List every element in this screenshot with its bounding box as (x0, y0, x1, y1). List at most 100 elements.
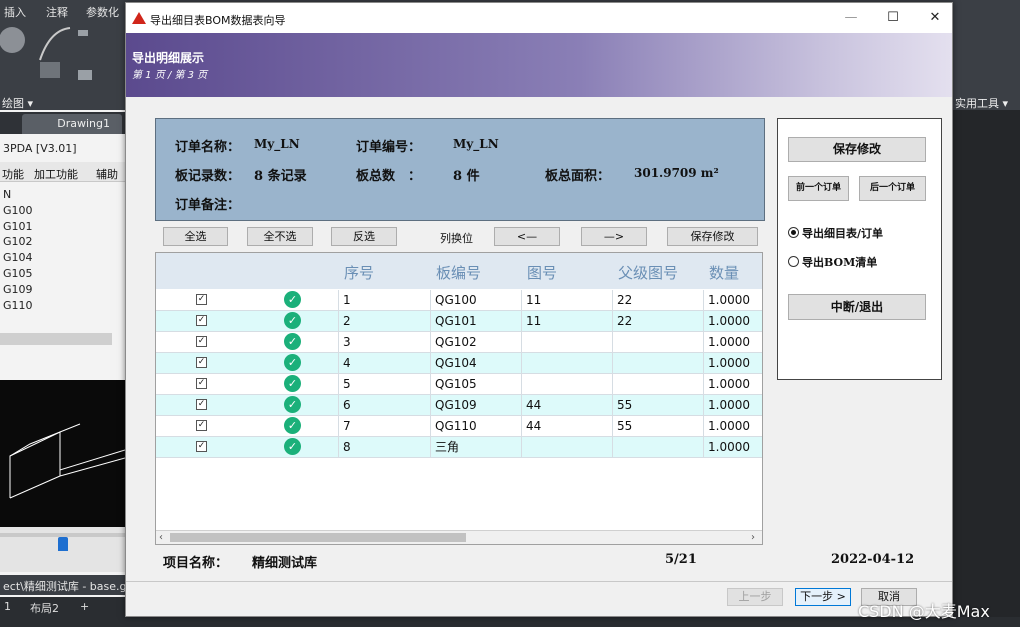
func-tab-1[interactable]: 功能 (2, 166, 24, 182)
next-order-button[interactable]: 后一个订单 (859, 176, 926, 201)
row-checkbox[interactable]: ✓ (196, 336, 207, 347)
row-checkbox[interactable]: ✓ (196, 378, 207, 389)
table-row[interactable]: ✓ ✓ 5 QG105 1.0000 (156, 374, 762, 395)
table-row[interactable]: ✓ ✓ 7 QG110 44 55 1.0000 (156, 416, 762, 437)
dialog-title: 导出细目表BOM数据表向导 (150, 14, 286, 27)
back-button[interactable]: 上一步 (727, 588, 783, 606)
list-item[interactable]: G100 (3, 203, 33, 219)
column-swap-label: 列换位 (440, 232, 473, 245)
list-item[interactable]: G105 (3, 266, 33, 282)
invert-selection-button[interactable]: 反选 (331, 227, 397, 246)
abort-exit-button[interactable]: 中断/退出 (788, 294, 926, 320)
cell-code: QG105 (430, 374, 521, 394)
cell-code: QG110 (430, 416, 521, 436)
menu-annotate[interactable]: 注释 (46, 4, 68, 20)
list-scrollbar[interactable] (0, 333, 112, 345)
scroll-right-icon[interactable]: › (751, 531, 755, 544)
table-row[interactable]: ✓ ✓ 1 QG100 11 22 1.0000 (156, 290, 762, 311)
3d-model-icon (9, 423, 126, 499)
cell-qty: 1.0000 (703, 395, 762, 415)
maximize-icon[interactable]: ☐ (870, 3, 916, 33)
close-icon[interactable]: ✕ (912, 3, 958, 33)
cell-no: 4 (338, 353, 430, 373)
status-ok-icon: ✓ (284, 438, 301, 455)
cell-drawing: 44 (521, 416, 612, 436)
prev-order-button[interactable]: 前一个订单 (788, 176, 849, 201)
layout-tab-1[interactable]: 1 (4, 600, 11, 613)
radio-unselected-icon[interactable] (788, 256, 799, 267)
grid-horizontal-scrollbar[interactable]: ‹ › (156, 530, 762, 544)
csdn-watermark: CSDN @大麦Max (858, 602, 990, 621)
export-bom-radio[interactable]: 导出BOM清单 (788, 254, 877, 270)
minimize-icon[interactable]: — (828, 3, 874, 33)
next-button[interactable]: 下一步 > (795, 588, 851, 606)
cad-3d-viewport[interactable] (0, 380, 126, 527)
wizard-step-title: 导出明细展示 (132, 51, 205, 65)
row-checkbox[interactable]: ✓ (196, 399, 207, 410)
side-save-button[interactable]: 保存修改 (788, 137, 926, 162)
list-item[interactable]: G109 (3, 282, 33, 298)
draw-panel-label[interactable]: 绘图 ▾ (2, 95, 33, 111)
scrollbar-thumb[interactable] (170, 533, 466, 542)
status-ok-icon: ✓ (284, 396, 301, 413)
cell-drawing (521, 374, 612, 394)
column-header-no[interactable]: 序号 (344, 262, 374, 283)
cell-qty: 1.0000 (703, 374, 762, 394)
radio-selected-icon[interactable] (788, 227, 799, 238)
cad-right-panel (953, 110, 1020, 627)
column-header-parent[interactable]: 父级图号 (618, 262, 678, 283)
func-tabs: 功能 加工功能 辅助 (0, 162, 125, 182)
column-header-qty[interactable]: 数量 (709, 262, 739, 283)
order-no-value: My_LN (453, 137, 499, 151)
row-checkbox[interactable]: ✓ (196, 294, 207, 305)
list-item[interactable]: G104 (3, 250, 33, 266)
status-ok-icon: ✓ (284, 291, 301, 308)
grid-header: 序号 板编号 图号 父级图号 数量 (156, 253, 762, 289)
cell-no: 5 (338, 374, 430, 394)
row-checkbox[interactable]: ✓ (196, 315, 207, 326)
list-item[interactable]: G101 (3, 219, 33, 235)
row-checkbox[interactable]: ✓ (196, 441, 207, 452)
view-slider[interactable] (0, 527, 125, 572)
func-tab-3[interactable]: 辅助 (96, 166, 118, 182)
area-label: 板总面积： (545, 169, 611, 184)
menu-insert[interactable]: 插入 (4, 4, 26, 20)
cell-parent: 55 (612, 395, 703, 415)
column-header-drawing[interactable]: 图号 (527, 262, 557, 283)
wizard-page-indicator: 第 1 页 / 第 3 页 (132, 70, 208, 81)
export-detail-radio[interactable]: 导出细目表/订单 (788, 225, 883, 241)
cell-no: 1 (338, 290, 430, 310)
footer-separator (126, 581, 952, 582)
utilities-label[interactable]: 实用工具 ▾ (955, 95, 1008, 111)
cell-no: 8 (338, 437, 430, 457)
row-checkbox[interactable]: ✓ (196, 420, 207, 431)
table-row[interactable]: ✓ ✓ 6 QG109 44 55 1.0000 (156, 395, 762, 416)
list-item[interactable]: G110 (3, 298, 33, 314)
list-item[interactable]: N (3, 187, 33, 203)
bom-data-grid[interactable]: 序号 板编号 图号 父级图号 数量 ✓ ✓ 1 QG100 11 22 1.00… (155, 252, 763, 545)
row-checkbox[interactable]: ✓ (196, 357, 207, 368)
column-header-code[interactable]: 板编号 (436, 262, 481, 283)
move-column-right-button[interactable]: —> (581, 227, 647, 246)
table-row[interactable]: ✓ ✓ 3 QG102 1.0000 (156, 332, 762, 353)
table-row[interactable]: ✓ ✓ 2 QG101 11 22 1.0000 (156, 311, 762, 332)
cell-code: 三角 (430, 437, 521, 457)
menu-parametric[interactable]: 参数化 (86, 4, 119, 20)
tab-drawing1[interactable]: Drawing1 (22, 114, 122, 134)
layout-tab-2[interactable]: 布局2 (30, 600, 59, 616)
move-column-left-button[interactable]: <— (494, 227, 560, 246)
order-no-label: 订单编号： (356, 140, 422, 155)
table-row[interactable]: ✓ ✓ 8 三角 1.0000 (156, 437, 762, 458)
boards-value: 8 件 (453, 169, 480, 184)
add-layout-button[interactable]: + (80, 600, 89, 613)
select-all-button[interactable]: 全选 (163, 227, 228, 246)
layout-tabs: 1 布局2 + (0, 597, 125, 617)
scroll-left-icon[interactable]: ‹ (159, 531, 163, 544)
select-none-button[interactable]: 全不选 (247, 227, 313, 246)
toolbar-save-button[interactable]: 保存修改 (667, 227, 758, 246)
wizard-banner: 导出明细展示 第 1 页 / 第 3 页 (126, 33, 952, 97)
table-row[interactable]: ✓ ✓ 4 QG104 1.0000 (156, 353, 762, 374)
func-tab-2[interactable]: 加工功能 (34, 166, 78, 182)
slider-thumb[interactable] (58, 537, 68, 551)
list-item[interactable]: G102 (3, 234, 33, 250)
